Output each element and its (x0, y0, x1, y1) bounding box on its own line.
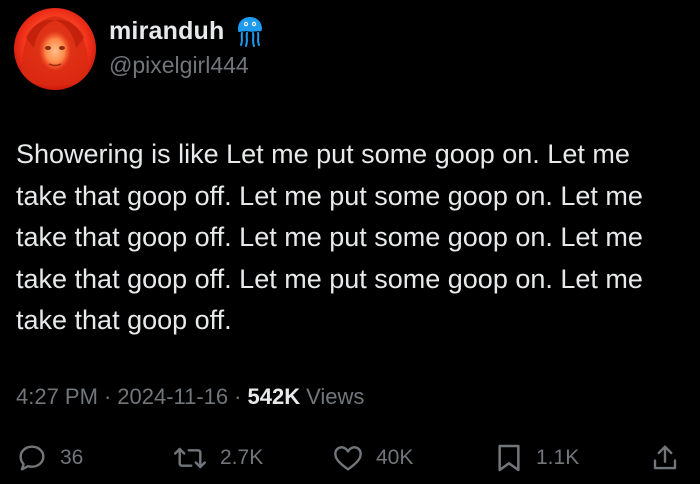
tweet: miranduh @pixelgirl444 Showering is like… (0, 0, 700, 484)
retweet-icon (172, 442, 208, 474)
retweet-count: 2.7K (220, 446, 264, 469)
display-name[interactable]: miranduh (109, 17, 225, 46)
share-icon (650, 442, 680, 474)
bookmark-button[interactable]: 1.1K (494, 436, 579, 480)
tweet-text: Showering is like Let me put some goop o… (16, 139, 643, 335)
tweet-meta: 4:27 PM · 2024-11-16 · 542K Views (16, 384, 364, 410)
views-count: 542K (247, 384, 301, 409)
meta-separator: · (103, 384, 112, 409)
meta-separator: · (234, 384, 242, 409)
reply-icon (16, 442, 48, 474)
retweet-button[interactable]: 2.7K (172, 436, 263, 480)
like-button[interactable]: 40K (332, 436, 413, 480)
share-button[interactable] (650, 436, 680, 480)
author-name-row: miranduh (109, 14, 265, 48)
user-handle[interactable]: @pixelgirl444 (109, 52, 249, 79)
action-bar: 36 2.7K 40K 1.1K (0, 436, 700, 480)
heart-icon (332, 442, 364, 474)
bookmark-icon (494, 442, 524, 474)
tweet-time[interactable]: 4:27 PM (16, 384, 98, 410)
jellyfish-icon[interactable] (235, 15, 265, 47)
reply-count: 36 (60, 446, 84, 469)
avatar[interactable] (14, 8, 96, 90)
views-label: Views (306, 384, 365, 409)
like-count: 40K (376, 446, 414, 469)
reply-button[interactable]: 36 (16, 436, 83, 480)
bookmark-count: 1.1K (536, 446, 580, 469)
tweet-date[interactable]: 2024-11-16 (117, 384, 228, 410)
